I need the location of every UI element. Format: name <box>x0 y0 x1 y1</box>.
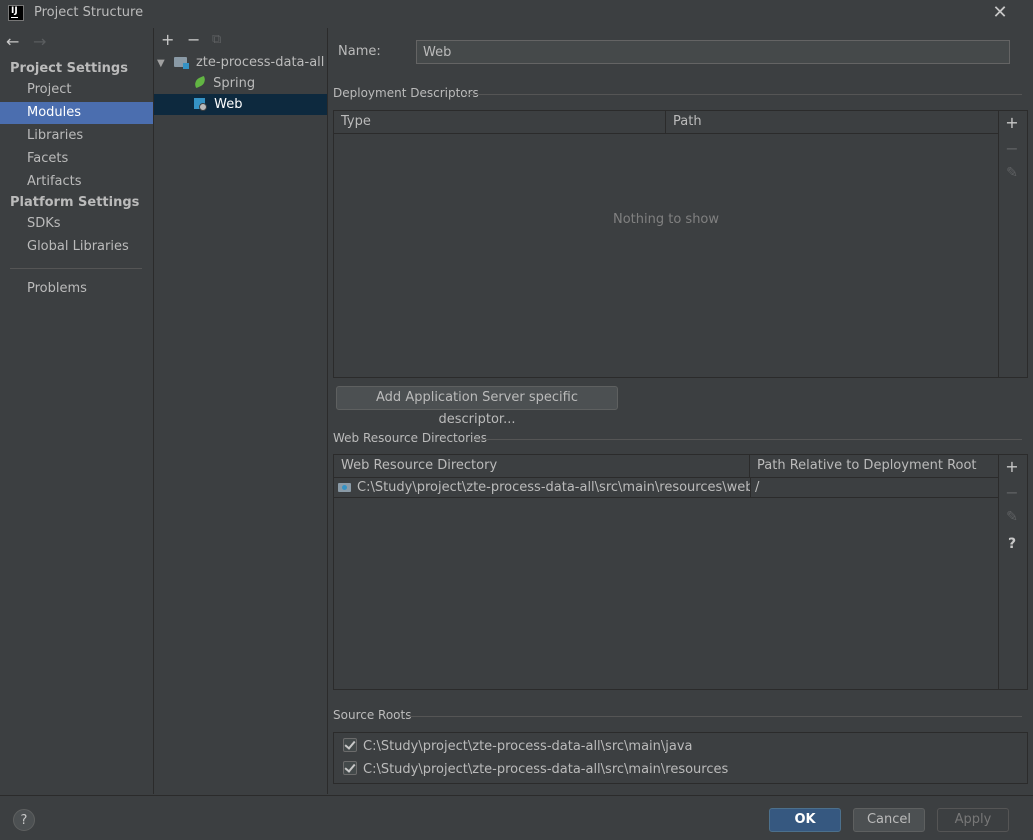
facet-settings-panel: Name: Deployment Descriptors Type Path N… <box>328 28 1033 794</box>
apply-button: Apply <box>937 808 1009 832</box>
checkbox-checked[interactable] <box>343 738 357 752</box>
remove-icon: − <box>1005 139 1019 158</box>
tree-node-label: zte-process-data-all <box>195 55 325 70</box>
directory-path: C:\Study\project\zte-process-data-all\sr… <box>357 480 750 495</box>
web-resource-directories-table[interactable]: Web Resource Directory Path Relative to … <box>333 454 1028 690</box>
copy-module-icon: ⧉ <box>212 32 222 47</box>
sidebar-item-problems[interactable]: Problems <box>0 278 153 300</box>
source-root-path: C:\Study\project\zte-process-data-all\sr… <box>363 739 693 754</box>
ok-button[interactable]: OK <box>769 808 841 832</box>
cancel-button[interactable]: Cancel <box>853 808 925 832</box>
table-row[interactable]: C:\Study\project\zte-process-data-all\sr… <box>334 478 998 498</box>
source-roots-list: C:\Study\project\zte-process-data-all\sr… <box>333 732 1028 784</box>
deployment-descriptors-table[interactable]: Type Path Nothing to show + − ✎ <box>333 110 1028 378</box>
name-field[interactable] <box>416 40 1010 64</box>
add-module-icon[interactable]: + <box>161 30 174 49</box>
sidebar-item-sdks[interactable]: SDKs <box>0 213 153 235</box>
add-icon[interactable]: + <box>1002 113 1022 132</box>
expand-arrow-icon[interactable]: ▼ <box>157 58 165 69</box>
sidebar-item-artifacts[interactable]: Artifacts <box>0 171 153 193</box>
tree-node-spring[interactable]: Spring <box>154 73 327 94</box>
title-bar: IJ Project Structure ✕ <box>0 0 1033 28</box>
sidebar-item-modules[interactable]: Modules <box>0 102 153 124</box>
section-divider <box>473 439 1022 440</box>
sidebar-item-project[interactable]: Project <box>0 79 153 101</box>
sidebar-item-global-libraries[interactable]: Global Libraries <box>0 236 153 258</box>
dialog-footer: ? OK Cancel Apply <box>0 795 1033 840</box>
spring-leaf-icon <box>192 75 208 89</box>
source-root-item[interactable]: C:\Study\project\zte-process-data-all\sr… <box>343 738 693 754</box>
column-path[interactable]: Path <box>666 111 998 133</box>
help-button[interactable]: ? <box>13 809 35 831</box>
empty-table-text: Nothing to show <box>612 212 720 227</box>
web-resource-directories-title: Web Resource Directories <box>333 431 487 445</box>
close-icon[interactable]: ✕ <box>990 3 1010 23</box>
platform-settings-heading: Platform Settings <box>10 195 140 210</box>
tree-node-web[interactable]: Web <box>154 94 327 115</box>
remove-module-icon[interactable]: − <box>187 30 200 49</box>
column-web-resource-directory[interactable]: Web Resource Directory <box>334 455 750 477</box>
web-folder-icon <box>338 483 351 492</box>
sidebar-item-facets[interactable]: Facets <box>0 148 153 170</box>
tree-node-root[interactable]: ▼ zte-process-data-all <box>154 52 327 73</box>
table-header: Type Path <box>334 111 998 134</box>
section-divider <box>465 94 1022 95</box>
remove-icon: − <box>1005 483 1019 502</box>
column-type[interactable]: Type <box>334 111 666 133</box>
add-server-descriptor-button[interactable]: Add Application Server specific descript… <box>336 386 618 427</box>
directory-cell: C:\Study\project\zte-process-data-all\sr… <box>338 478 750 498</box>
tree-node-label: Web <box>214 97 243 112</box>
column-path-relative[interactable]: Path Relative to Deployment Root <box>750 455 998 477</box>
edit-pencil-icon: ✎ <box>1006 509 1018 525</box>
table-header: Web Resource Directory Path Relative to … <box>334 455 998 478</box>
window-title: Project Structure <box>34 5 144 20</box>
add-icon[interactable]: + <box>1002 457 1022 476</box>
back-arrow-icon[interactable]: ← <box>6 32 19 51</box>
module-tree-panel: + − ⧉ ▼ zte-process-data-all Spring Web <box>154 28 328 794</box>
settings-sidebar: ← → Project Settings Project Modules Lib… <box>0 28 154 794</box>
intellij-app-icon: IJ <box>8 5 24 21</box>
table-toolbar: + − ✎ ? <box>998 455 1027 689</box>
tree-node-label: Spring <box>213 76 256 91</box>
relative-path-cell: / <box>750 478 998 498</box>
project-settings-heading: Project Settings <box>10 61 128 76</box>
table-toolbar: + − ✎ <box>998 111 1027 377</box>
source-root-path: C:\Study\project\zte-process-data-all\sr… <box>363 762 729 777</box>
deployment-descriptors-title: Deployment Descriptors <box>333 86 479 100</box>
help-icon[interactable]: ? <box>1002 536 1022 552</box>
section-divider <box>408 716 1022 717</box>
edit-pencil-icon: ✎ <box>1006 165 1018 181</box>
source-root-item[interactable]: C:\Study\project\zte-process-data-all\sr… <box>343 761 728 777</box>
name-label: Name: <box>338 44 381 59</box>
sidebar-divider <box>10 268 142 269</box>
sidebar-item-libraries[interactable]: Libraries <box>0 125 153 147</box>
module-folder-icon <box>173 57 189 69</box>
forward-arrow-icon: → <box>33 32 47 51</box>
checkbox-checked[interactable] <box>343 761 357 775</box>
source-roots-title: Source Roots <box>333 708 412 722</box>
web-facet-icon <box>194 98 207 111</box>
